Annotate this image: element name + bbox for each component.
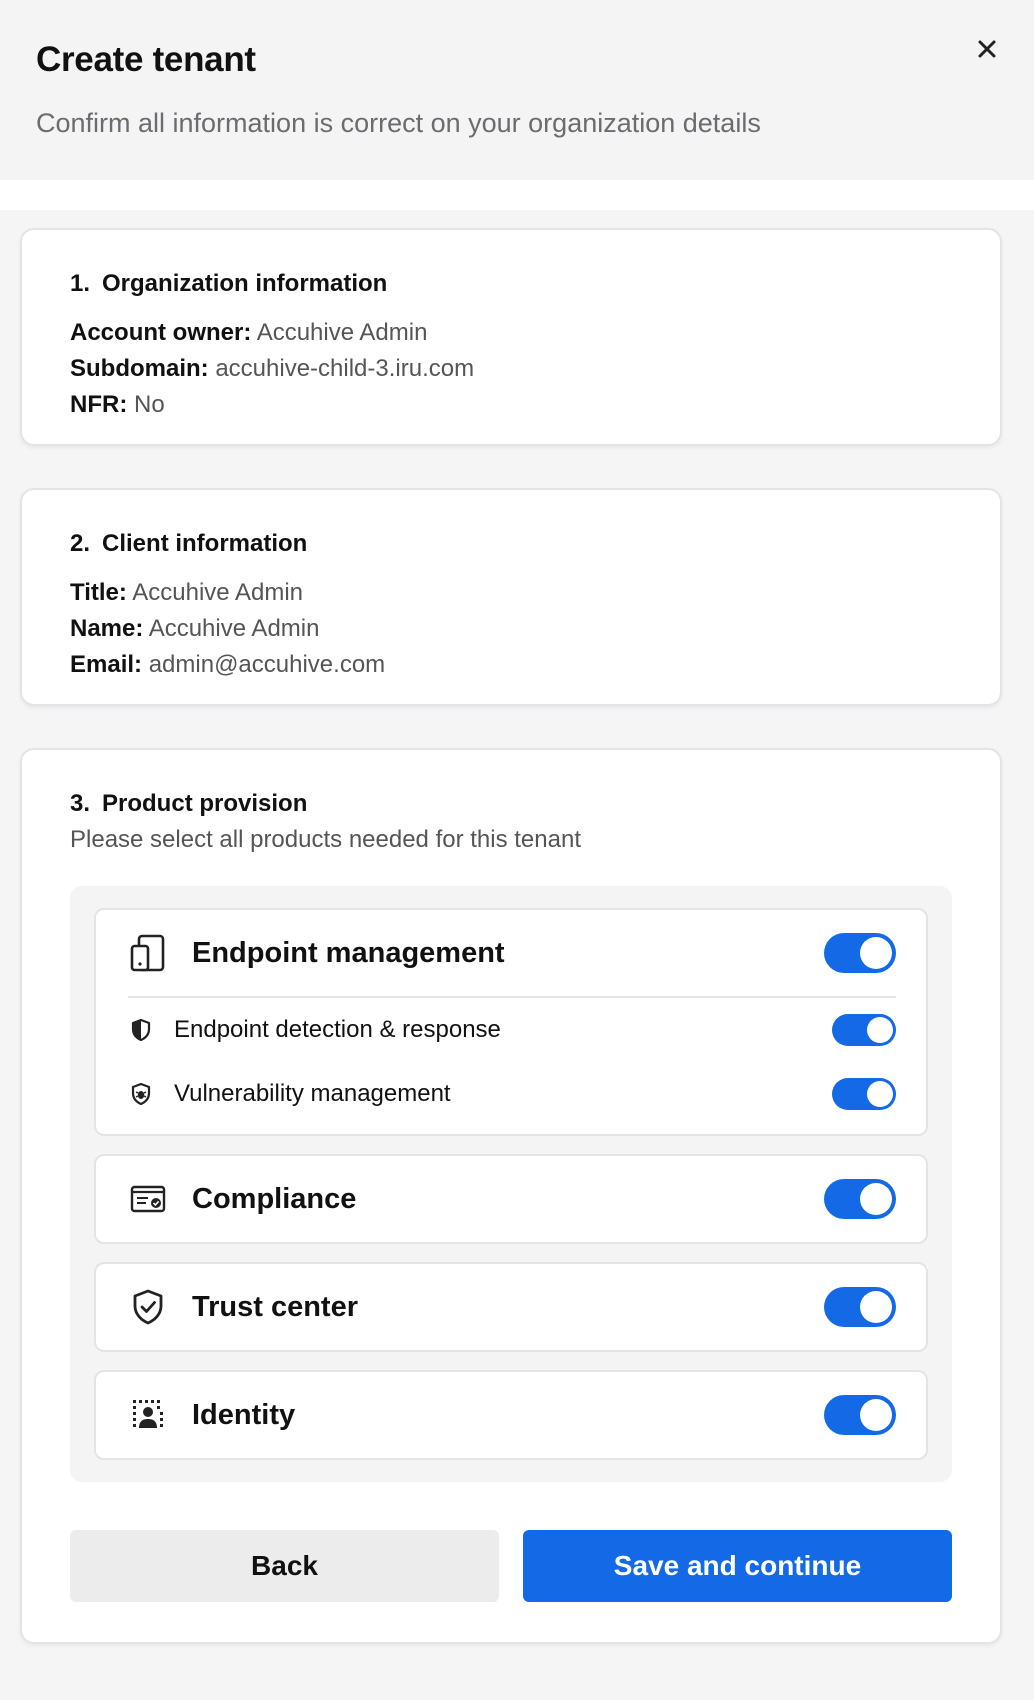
body-top-strip bbox=[0, 180, 1034, 210]
product-label: Compliance bbox=[192, 1182, 357, 1215]
modal-title: Create tenant bbox=[36, 40, 256, 79]
save-and-continue-button[interactable]: Save and continue bbox=[523, 1530, 952, 1602]
modal-header: Create tenant Confirm all information is… bbox=[0, 0, 1034, 180]
organization-info-card: 1. Organization information Account owner… bbox=[20, 228, 1002, 446]
product-row: Endpoint management bbox=[96, 910, 926, 996]
product-provision-title: 3. Product provision bbox=[70, 790, 952, 818]
section-number: 3. bbox=[70, 790, 91, 817]
field-value: accuhive-child-3.iru.com bbox=[215, 355, 475, 382]
client-title-row: Title: Accuhive Admin bbox=[70, 580, 952, 606]
product-label: Endpoint management bbox=[192, 936, 505, 969]
field-value: No bbox=[134, 391, 165, 418]
product-row: Trust center bbox=[96, 1264, 926, 1350]
nfr-row: NFR: No bbox=[70, 392, 952, 418]
back-button[interactable]: Back bbox=[70, 1530, 499, 1602]
field-value: Accuhive Admin bbox=[132, 579, 304, 606]
close-button[interactable] bbox=[970, 32, 1004, 66]
field-label: Title: bbox=[70, 579, 127, 606]
half-shield-icon bbox=[128, 1017, 154, 1043]
endpoint-detection-toggle[interactable] bbox=[832, 1014, 896, 1046]
product-label: Identity bbox=[192, 1398, 296, 1431]
action-bar: Back Save and continue bbox=[70, 1530, 952, 1602]
product-endpoint-management: Endpoint management Endpoint detection &… bbox=[94, 908, 928, 1136]
field-value: Accuhive Admin bbox=[148, 615, 320, 642]
client-email-row: Email: admin@accuhive.com bbox=[70, 652, 952, 678]
subdomain-row: Subdomain: accuhive-child-3.iru.com bbox=[70, 356, 952, 382]
subproduct-list: Endpoint detection & response Vulnerabil… bbox=[96, 998, 926, 1134]
vulnerability-management-toggle[interactable] bbox=[832, 1078, 896, 1110]
subproduct-vulnerability-management: Vulnerability management bbox=[96, 1062, 926, 1126]
section-number: 2. bbox=[70, 530, 91, 557]
section-title: Organization information bbox=[102, 270, 388, 297]
section-number: 1. bbox=[70, 270, 91, 297]
close-icon bbox=[978, 40, 996, 58]
field-value: Accuhive Admin bbox=[256, 319, 428, 346]
compliance-toggle[interactable] bbox=[824, 1179, 896, 1219]
client-info-card: 2. Client information Title: Accuhive Adm… bbox=[20, 488, 1002, 706]
account-owner-row: Account owner: Accuhive Admin bbox=[70, 320, 952, 346]
product-trust-center: Trust center bbox=[94, 1262, 928, 1352]
product-row: Compliance bbox=[96, 1156, 926, 1242]
identity-icon bbox=[128, 1395, 168, 1435]
modal-body: 1. Organization information Account owner… bbox=[0, 180, 1034, 1700]
field-label: NFR: bbox=[70, 391, 128, 418]
field-label: Email: bbox=[70, 651, 143, 678]
field-value: admin@accuhive.com bbox=[148, 651, 386, 678]
organization-info-title: 1. Organization information bbox=[70, 270, 952, 298]
client-info-title: 2. Client information bbox=[70, 530, 952, 558]
product-provision-description: Please select all products needed for th… bbox=[70, 826, 581, 853]
product-identity: Identity bbox=[94, 1370, 928, 1460]
section-title: Client information bbox=[102, 530, 308, 557]
identity-toggle[interactable] bbox=[824, 1395, 896, 1435]
product-label: Trust center bbox=[192, 1290, 358, 1323]
subproduct-endpoint-detection: Endpoint detection & response bbox=[96, 998, 926, 1062]
product-compliance: Compliance bbox=[94, 1154, 928, 1244]
subproduct-label: Endpoint detection & response bbox=[174, 1016, 501, 1043]
trust-center-toggle[interactable] bbox=[824, 1287, 896, 1327]
client-name-row: Name: Accuhive Admin bbox=[70, 616, 952, 642]
product-provision-card: 3. Product provision Please select all pr… bbox=[20, 748, 1002, 1644]
subproduct-label: Vulnerability management bbox=[174, 1080, 451, 1107]
section-title: Product provision bbox=[102, 790, 308, 817]
endpoint-management-toggle[interactable] bbox=[824, 933, 896, 973]
certificate-icon bbox=[128, 1179, 168, 1219]
product-row: Identity bbox=[96, 1372, 926, 1458]
field-label: Name: bbox=[70, 615, 144, 642]
field-label: Subdomain: bbox=[70, 355, 209, 382]
device-icon bbox=[128, 933, 168, 973]
shield-check-icon bbox=[128, 1287, 168, 1327]
field-label: Account owner: bbox=[70, 319, 252, 346]
product-list: Endpoint management Endpoint detection &… bbox=[70, 886, 952, 1482]
bug-shield-icon bbox=[128, 1081, 154, 1107]
modal-subtitle: Confirm all information is correct on yo… bbox=[36, 108, 761, 138]
